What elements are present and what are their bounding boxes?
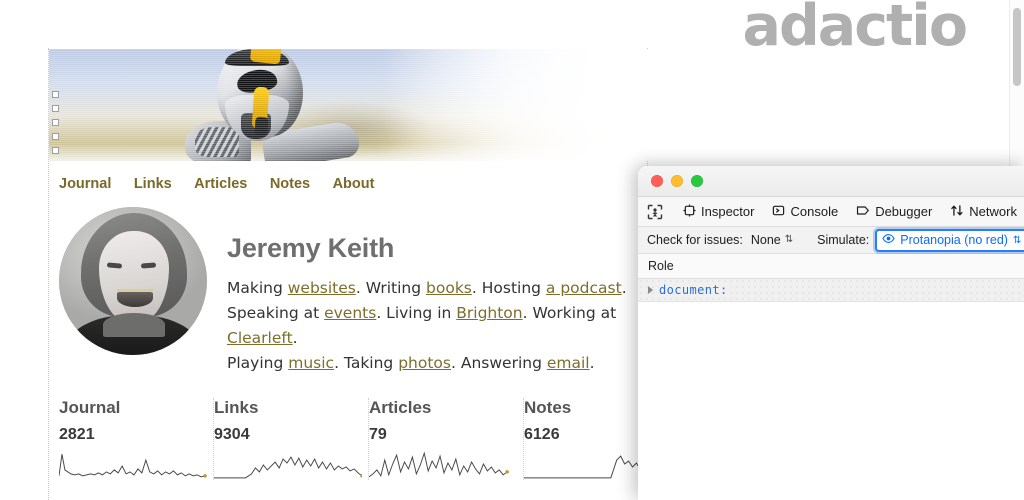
profile-section: Jeremy Keith Making websites. Writing bo… bbox=[49, 193, 647, 376]
scrollbar-thumb[interactable] bbox=[1013, 8, 1021, 86]
accessibility-toolbar: Check for issues: None ⇅ Simulate: Prota… bbox=[638, 227, 1024, 254]
bio-text: Playing bbox=[227, 354, 288, 372]
avatar bbox=[59, 207, 207, 355]
chevron-right-icon[interactable] bbox=[648, 286, 653, 294]
bio-line-3: Playing music. Taking photos. Answering … bbox=[227, 351, 647, 376]
avatar-right-eye bbox=[141, 262, 156, 268]
bio-text: . Answering bbox=[451, 354, 547, 372]
sparkline-journal bbox=[59, 450, 207, 480]
bio-text: . Working at bbox=[523, 304, 617, 322]
eye-icon bbox=[882, 233, 895, 247]
nav-item-articles[interactable]: Articles bbox=[194, 176, 247, 192]
bio-text: . bbox=[622, 279, 627, 297]
tab-label: Console bbox=[790, 204, 838, 219]
tree-row-label: document: bbox=[659, 283, 731, 297]
network-icon bbox=[950, 204, 964, 220]
column-header-role: Role bbox=[648, 259, 674, 273]
tab-inspector[interactable]: Inspector bbox=[674, 201, 763, 223]
simulate-select[interactable]: Protanopia (no red) ⇅ bbox=[875, 229, 1024, 252]
tab-console[interactable]: Console bbox=[763, 201, 847, 223]
accessibility-tree-column-header: Role bbox=[638, 254, 1024, 279]
bio-link[interactable]: Brighton bbox=[456, 304, 522, 322]
bio-text: . Hosting bbox=[472, 279, 546, 297]
tab-debugger[interactable]: Debugger bbox=[847, 201, 941, 223]
maximize-window-button[interactable] bbox=[691, 175, 703, 187]
stat-count: 9304 bbox=[214, 426, 356, 444]
bio-link[interactable]: Clearleft bbox=[227, 329, 293, 347]
bio-link[interactable]: events bbox=[324, 304, 376, 322]
tab-label: Network bbox=[969, 204, 1017, 219]
stat-title: Links bbox=[214, 398, 356, 418]
tab-label: Debugger bbox=[875, 204, 932, 219]
bio-text: Speaking at bbox=[227, 304, 324, 322]
avatar-collar bbox=[103, 313, 165, 337]
profile-text: Jeremy Keith Making websites. Writing bo… bbox=[227, 213, 647, 376]
devtools-titlebar[interactable] bbox=[638, 166, 1024, 197]
page-content-column: Journal Links Articles Notes About Jerem… bbox=[48, 48, 648, 500]
check-for-issues-label: Check for issues: bbox=[647, 233, 743, 247]
bio-text: . bbox=[590, 354, 595, 372]
sparkline-articles bbox=[369, 450, 517, 480]
avatar-face bbox=[99, 231, 169, 323]
nav-item-links[interactable]: Links bbox=[134, 176, 172, 192]
sparkline-links bbox=[214, 450, 362, 480]
bio-text: Making bbox=[227, 279, 288, 297]
bio-link[interactable]: websites bbox=[288, 279, 356, 297]
close-window-button[interactable] bbox=[651, 175, 663, 187]
stat-count: 79 bbox=[369, 426, 511, 444]
bio-text: . Living in bbox=[376, 304, 456, 322]
simulate-value: Protanopia (no red) bbox=[900, 233, 1008, 247]
stepper-chevron-icon: ⇅ bbox=[785, 235, 793, 245]
console-icon bbox=[772, 204, 785, 220]
nav-item-notes[interactable]: Notes bbox=[270, 176, 310, 192]
bio-text: . Taking bbox=[334, 354, 398, 372]
element-picker-icon[interactable] bbox=[647, 202, 663, 222]
tab-network[interactable]: Network bbox=[941, 201, 1024, 223]
bio-link[interactable]: email bbox=[547, 354, 590, 372]
tab-label: Inspector bbox=[701, 204, 754, 219]
bio-link[interactable]: a podcast bbox=[546, 279, 622, 297]
stat-journal[interactable]: Journal 2821 bbox=[59, 398, 214, 480]
nav-item-journal[interactable]: Journal bbox=[59, 176, 111, 192]
nav-item-about[interactable]: About bbox=[333, 176, 375, 192]
avatar-smile bbox=[117, 289, 153, 307]
stat-title: Articles bbox=[369, 398, 511, 418]
stats-row: Journal 2821 Links 9304 Articles 79 bbox=[49, 398, 647, 480]
bio-link[interactable]: photos bbox=[398, 354, 451, 372]
debugger-icon bbox=[856, 204, 870, 220]
tree-row-document[interactable]: document: bbox=[638, 279, 1024, 302]
stepper-chevron-icon: ⇅ bbox=[1013, 235, 1021, 246]
check-for-issues-value: None bbox=[751, 233, 781, 247]
stat-title: Journal bbox=[59, 398, 201, 418]
bio-link[interactable]: music bbox=[288, 354, 334, 372]
site-logo: adactio bbox=[743, 0, 966, 55]
minimize-window-button[interactable] bbox=[671, 175, 683, 187]
bio-text: . bbox=[293, 329, 298, 347]
devtools-window: Inspector Console Debugger bbox=[638, 166, 1024, 500]
page-title: Jeremy Keith bbox=[227, 233, 647, 264]
inspector-icon bbox=[683, 204, 696, 220]
site-navigation: Journal Links Articles Notes About bbox=[49, 161, 647, 193]
simulate-label: Simulate: bbox=[817, 233, 869, 247]
bio-link[interactable]: books bbox=[426, 279, 472, 297]
devtools-tabbar: Inspector Console Debugger bbox=[638, 197, 1024, 227]
bio-line-2: Speaking at events. Living in Brighton. … bbox=[227, 301, 647, 351]
film-strip-perforations bbox=[50, 91, 62, 161]
bio-line-1: Making websites. Writing books. Hosting … bbox=[227, 276, 647, 301]
banner-right-fade bbox=[388, 49, 648, 161]
stat-links[interactable]: Links 9304 bbox=[214, 398, 369, 480]
stat-articles[interactable]: Articles 79 bbox=[369, 398, 524, 480]
check-for-issues-select[interactable]: None ⇅ bbox=[749, 233, 795, 247]
accessibility-tree-body: document: bbox=[638, 279, 1024, 500]
stat-count: 2821 bbox=[59, 426, 201, 444]
bio-text: . Writing bbox=[356, 279, 426, 297]
header-banner-image bbox=[49, 49, 648, 161]
